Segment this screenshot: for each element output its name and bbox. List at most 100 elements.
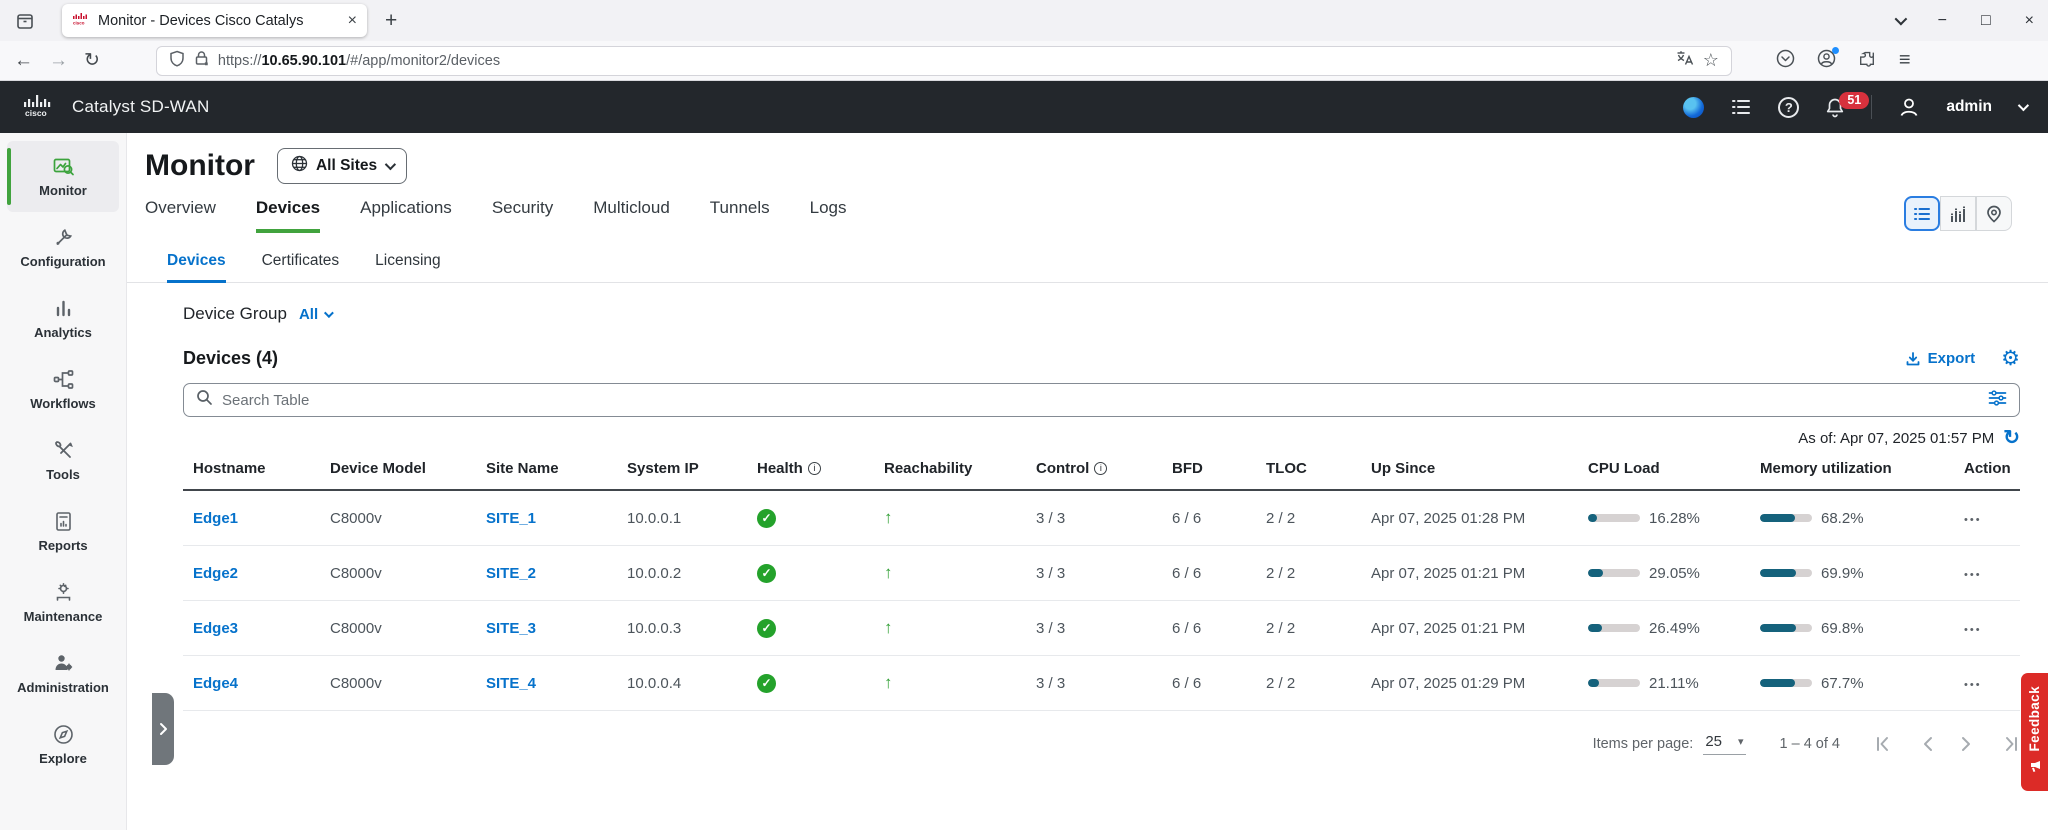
sidebar-item-maintenance[interactable]: Maintenance — [7, 567, 119, 638]
tab-overview[interactable]: Overview — [145, 198, 216, 233]
shield-icon[interactable] — [169, 50, 185, 72]
site-link[interactable]: SITE_2 — [486, 565, 536, 582]
memory-value: 69.8% — [1821, 620, 1864, 637]
col-up-since[interactable]: Up Since — [1361, 460, 1578, 477]
browser-tab[interactable]: cisco Monitor - Devices Cisco Catalys × — [62, 4, 367, 37]
window-maximize-icon[interactable]: □ — [1981, 12, 1991, 30]
sidebar-item-workflows[interactable]: Workflows — [7, 354, 119, 425]
sidebar-item-analytics[interactable]: Analytics — [7, 283, 119, 354]
window-close-icon[interactable]: × — [2025, 12, 2034, 30]
row-actions-icon[interactable]: ••• — [1964, 624, 1982, 636]
site-link[interactable]: SITE_4 — [486, 675, 536, 692]
first-page-icon[interactable] — [1874, 735, 1893, 753]
url-text: https://10.65.90.101/#/app/monitor2/devi… — [218, 53, 1667, 69]
control-count: 3 / 3 — [1036, 565, 1065, 582]
user-avatar-icon[interactable] — [1898, 96, 1920, 118]
site-link[interactable]: SITE_1 — [486, 510, 536, 527]
search-input[interactable] — [222, 392, 1979, 409]
lock-icon[interactable] — [194, 50, 209, 71]
cpu-load-meter: 26.49% — [1578, 620, 1750, 637]
row-actions-icon[interactable]: ••• — [1964, 679, 1982, 691]
hamburger-menu-icon[interactable]: ≡ — [1899, 49, 1911, 72]
items-per-page-select[interactable]: 25 ▾ — [1703, 733, 1745, 755]
col-control[interactable]: Controli — [1026, 460, 1162, 477]
tab-tunnels[interactable]: Tunnels — [710, 198, 770, 233]
hostname-link[interactable]: Edge3 — [193, 620, 238, 637]
device-group-select[interactable]: All — [299, 306, 331, 323]
health-info-icon[interactable]: i — [808, 462, 821, 475]
subtab-devices[interactable]: Devices — [167, 242, 226, 283]
notifications-bell-icon[interactable]: 51 — [1825, 97, 1845, 118]
memory-meter: 69.8% — [1750, 620, 1954, 637]
chart-view-button[interactable] — [1940, 196, 1976, 231]
subtab-certificates[interactable]: Certificates — [262, 242, 340, 283]
tab-logs[interactable]: Logs — [810, 198, 847, 233]
pocket-icon[interactable] — [1776, 49, 1795, 73]
list-view-button[interactable] — [1904, 196, 1940, 231]
map-view-button[interactable] — [1976, 196, 2012, 231]
translate-icon[interactable] — [1676, 50, 1694, 71]
megaphone-icon — [2028, 760, 2042, 778]
hostname-link[interactable]: Edge4 — [193, 675, 238, 692]
sidebar-item-explore[interactable]: Explore — [7, 709, 119, 780]
subtab-licensing[interactable]: Licensing — [375, 242, 441, 283]
memory-value: 69.9% — [1821, 565, 1864, 582]
memory-meter: 68.2% — [1750, 510, 1954, 527]
tab-applications[interactable]: Applications — [360, 198, 452, 233]
col-memory-utilization[interactable]: Memory utilization — [1750, 460, 1954, 477]
sidebar-item-tools[interactable]: Tools — [7, 425, 119, 496]
tab-security[interactable]: Security — [492, 198, 553, 233]
control-info-icon[interactable]: i — [1094, 462, 1107, 475]
sidebar-item-configuration[interactable]: Configuration — [7, 212, 119, 283]
col-device-model[interactable]: Device Model — [320, 460, 476, 477]
url-bar[interactable]: https://10.65.90.101/#/app/monitor2/devi… — [156, 46, 1732, 76]
row-actions-icon[interactable]: ••• — [1964, 569, 1982, 581]
col-reachability[interactable]: Reachability — [874, 460, 1026, 477]
sidebar-item-administration[interactable]: Administration — [7, 638, 119, 709]
help-icon[interactable]: ? — [1778, 97, 1799, 118]
back-icon[interactable]: ← — [14, 50, 33, 72]
col-system-ip[interactable]: System IP — [617, 460, 747, 477]
webex-globe-icon[interactable] — [1683, 97, 1704, 118]
table-row: Edge2 C8000v SITE_2 10.0.0.2 ✓ ↑ 3 / 3 6… — [183, 546, 2020, 601]
col-hostname[interactable]: Hostname — [183, 460, 320, 477]
reload-icon[interactable]: ↻ — [84, 49, 100, 72]
refresh-icon[interactable]: ↻ — [2003, 428, 2020, 448]
sidebar-item-monitor[interactable]: Monitor — [7, 141, 119, 212]
tab-devices[interactable]: Devices — [256, 198, 320, 233]
col-cpu-load[interactable]: CPU Load — [1578, 460, 1750, 477]
user-menu-chevron-icon[interactable] — [2018, 100, 2029, 111]
extensions-puzzle-icon[interactable] — [1858, 49, 1877, 73]
site-link[interactable]: SITE_3 — [486, 620, 536, 637]
next-page-icon[interactable] — [1961, 735, 1973, 753]
tab-title: Monitor - Devices Cisco Catalys — [98, 13, 339, 29]
tab-multicloud[interactable]: Multicloud — [593, 198, 670, 233]
export-button[interactable]: Export — [1905, 350, 1976, 367]
search-filter-icon[interactable] — [1988, 390, 2007, 411]
cpu-load-bar — [1588, 679, 1599, 687]
filters-panel-expand-handle[interactable] — [152, 693, 174, 765]
library-icon[interactable] — [14, 10, 36, 32]
row-actions-icon[interactable]: ••• — [1964, 514, 1982, 526]
window-minimize-icon[interactable]: − — [1938, 12, 1947, 30]
col-health[interactable]: Healthi — [747, 460, 874, 477]
account-icon[interactable] — [1817, 49, 1836, 73]
last-page-icon[interactable] — [2001, 735, 2020, 753]
prev-page-icon[interactable] — [1921, 735, 1933, 753]
all-sites-button[interactable]: All Sites — [277, 148, 407, 184]
task-list-icon[interactable] — [1730, 97, 1752, 117]
sidebar-item-reports[interactable]: Reports — [7, 496, 119, 567]
table-settings-gear-icon[interactable]: ⚙ — [2001, 348, 2020, 369]
new-tab-icon[interactable]: + — [385, 9, 397, 33]
tab-close-icon[interactable]: × — [348, 12, 357, 30]
forward-icon[interactable]: → — [49, 50, 68, 72]
maintenance-gear-icon — [52, 581, 75, 604]
list-tabs-chevron-icon[interactable] — [1894, 13, 1907, 26]
col-site-name[interactable]: Site Name — [476, 460, 617, 477]
hostname-link[interactable]: Edge2 — [193, 565, 238, 582]
feedback-tab[interactable]: Feedback — [2021, 673, 2048, 791]
hostname-link[interactable]: Edge1 — [193, 510, 238, 527]
col-bfd[interactable]: BFD — [1162, 460, 1256, 477]
bookmark-star-icon[interactable]: ☆ — [1703, 50, 1719, 71]
col-tloc[interactable]: TLOC — [1256, 460, 1361, 477]
